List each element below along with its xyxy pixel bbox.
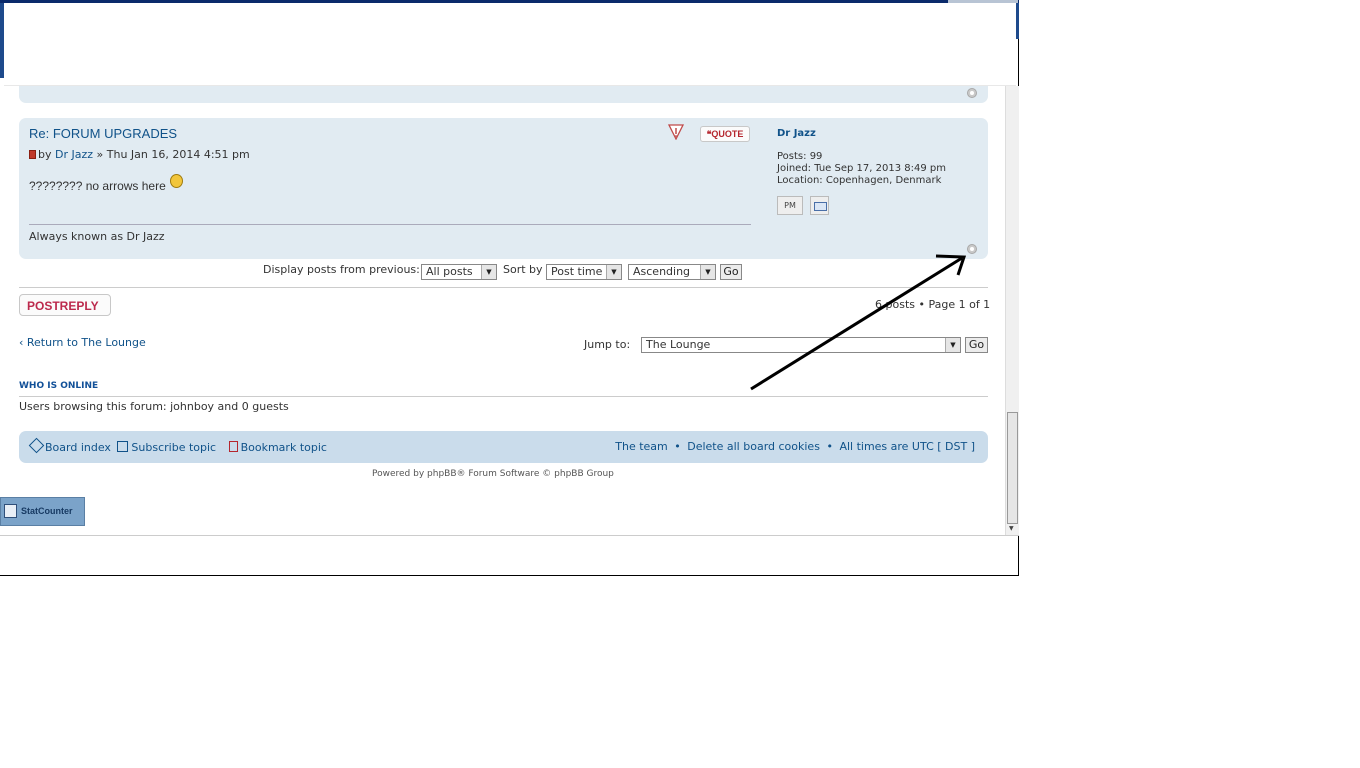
navbar-right: The team • Delete all board cookies • Al… (615, 440, 978, 453)
back-to-top-icon[interactable] (967, 88, 977, 98)
pm-button[interactable]: PM (777, 196, 803, 215)
sort-direction-select[interactable]: Ascending ▼ (628, 264, 716, 280)
signature: Always known as Dr Jazz (29, 230, 165, 243)
display-options-label: Display posts from previous: (263, 263, 420, 276)
days-select[interactable]: All posts ▼ (421, 264, 497, 280)
statcounter-icon (4, 504, 17, 518)
chevron-down-icon: ▼ (700, 265, 715, 279)
annotation-arrow-icon (750, 254, 967, 391)
subscribe-icon (117, 441, 129, 452)
who-is-online-text: Users browsing this forum: johnboy and 0… (19, 400, 289, 413)
bookmark-topic-link[interactable]: Bookmark topic (241, 441, 327, 454)
powered-by[interactable]: Powered by phpBB® Forum Software © phpBB… (372, 469, 614, 479)
return-link[interactable]: ‹ Return to The Lounge (19, 336, 146, 349)
home-icon (28, 437, 45, 454)
profile-username[interactable]: Dr Jazz (777, 128, 946, 140)
post-meta: by Dr Jazz » Thu Jan 16, 2014 4:51 pm (29, 148, 250, 161)
bullet-separator: • (826, 440, 833, 453)
sort-key-value: Post time (551, 265, 603, 278)
post-title[interactable]: Re: FORUM UPGRADES (29, 126, 177, 141)
post-text: ???????? no arrows here (29, 179, 166, 193)
blank-toolbar-area (4, 3, 1016, 86)
post-meta-prefix: by (38, 148, 55, 161)
bookmark-icon (228, 441, 238, 452)
sort-direction-value: Ascending (633, 265, 691, 278)
quote-button[interactable]: ❝QUOTE (700, 126, 750, 142)
previous-post-panel (19, 86, 988, 103)
who-is-online-title: WHO IS ONLINE (19, 381, 99, 391)
jump-to-value: The Lounge (646, 338, 711, 351)
post-icon[interactable] (29, 150, 36, 159)
scrollbar-thumb[interactable] (1007, 412, 1018, 524)
sort-key-select[interactable]: Post time ▼ (546, 264, 622, 280)
window-bottom-edge (0, 535, 1019, 536)
report-icon[interactable] (667, 124, 685, 140)
delete-cookies-link[interactable]: Delete all board cookies (687, 440, 820, 453)
footer-navbar: Board index Subscribe topic Bookmark top… (19, 431, 988, 463)
post-date: » Thu Jan 16, 2014 4:51 pm (93, 148, 250, 161)
divider (19, 396, 988, 397)
post-content: ???????? no arrows here (29, 174, 183, 193)
postreply-button[interactable]: POSTREPLY (19, 294, 111, 316)
signature-divider (29, 224, 751, 225)
email-icon[interactable] (810, 196, 829, 215)
days-select-value: All posts (426, 265, 473, 278)
profile-posts: Posts: 99 (777, 151, 823, 162)
bullet-separator: • (674, 440, 681, 453)
sort-by-label: Sort by (503, 263, 543, 276)
subscribe-topic-link[interactable]: Subscribe topic (131, 441, 216, 454)
statcounter-badge[interactable]: StatCounter (0, 497, 85, 526)
post-profile: Dr Jazz Posts: 99 Joined: Tue Sep 17, 20… (777, 128, 946, 187)
chevron-down-icon: ▼ (606, 265, 621, 279)
chevron-down-icon: ▼ (481, 265, 496, 279)
team-link[interactable]: The team (615, 440, 668, 453)
jump-to-label: Jump to: (584, 338, 631, 351)
timezone-text: All times are UTC [ DST ] (839, 440, 975, 453)
board-index-link[interactable]: Board index (45, 441, 111, 454)
post-panel: Re: FORUM UPGRADES by Dr Jazz » Thu Jan … (19, 118, 988, 259)
profile-joined: Joined: Tue Sep 17, 2013 8:49 pm (777, 163, 946, 174)
profile-location: Location: Copenhagen, Denmark (777, 175, 942, 186)
navbar-left: Board index Subscribe topic Bookmark top… (28, 437, 330, 454)
statcounter-label: StatCounter (21, 506, 73, 516)
scroll-down-arrow-icon[interactable]: ▼ (1009, 525, 1014, 532)
post-author-link[interactable]: Dr Jazz (55, 148, 93, 161)
display-go-button[interactable]: Go (720, 264, 742, 280)
smiley-icon (169, 174, 183, 188)
